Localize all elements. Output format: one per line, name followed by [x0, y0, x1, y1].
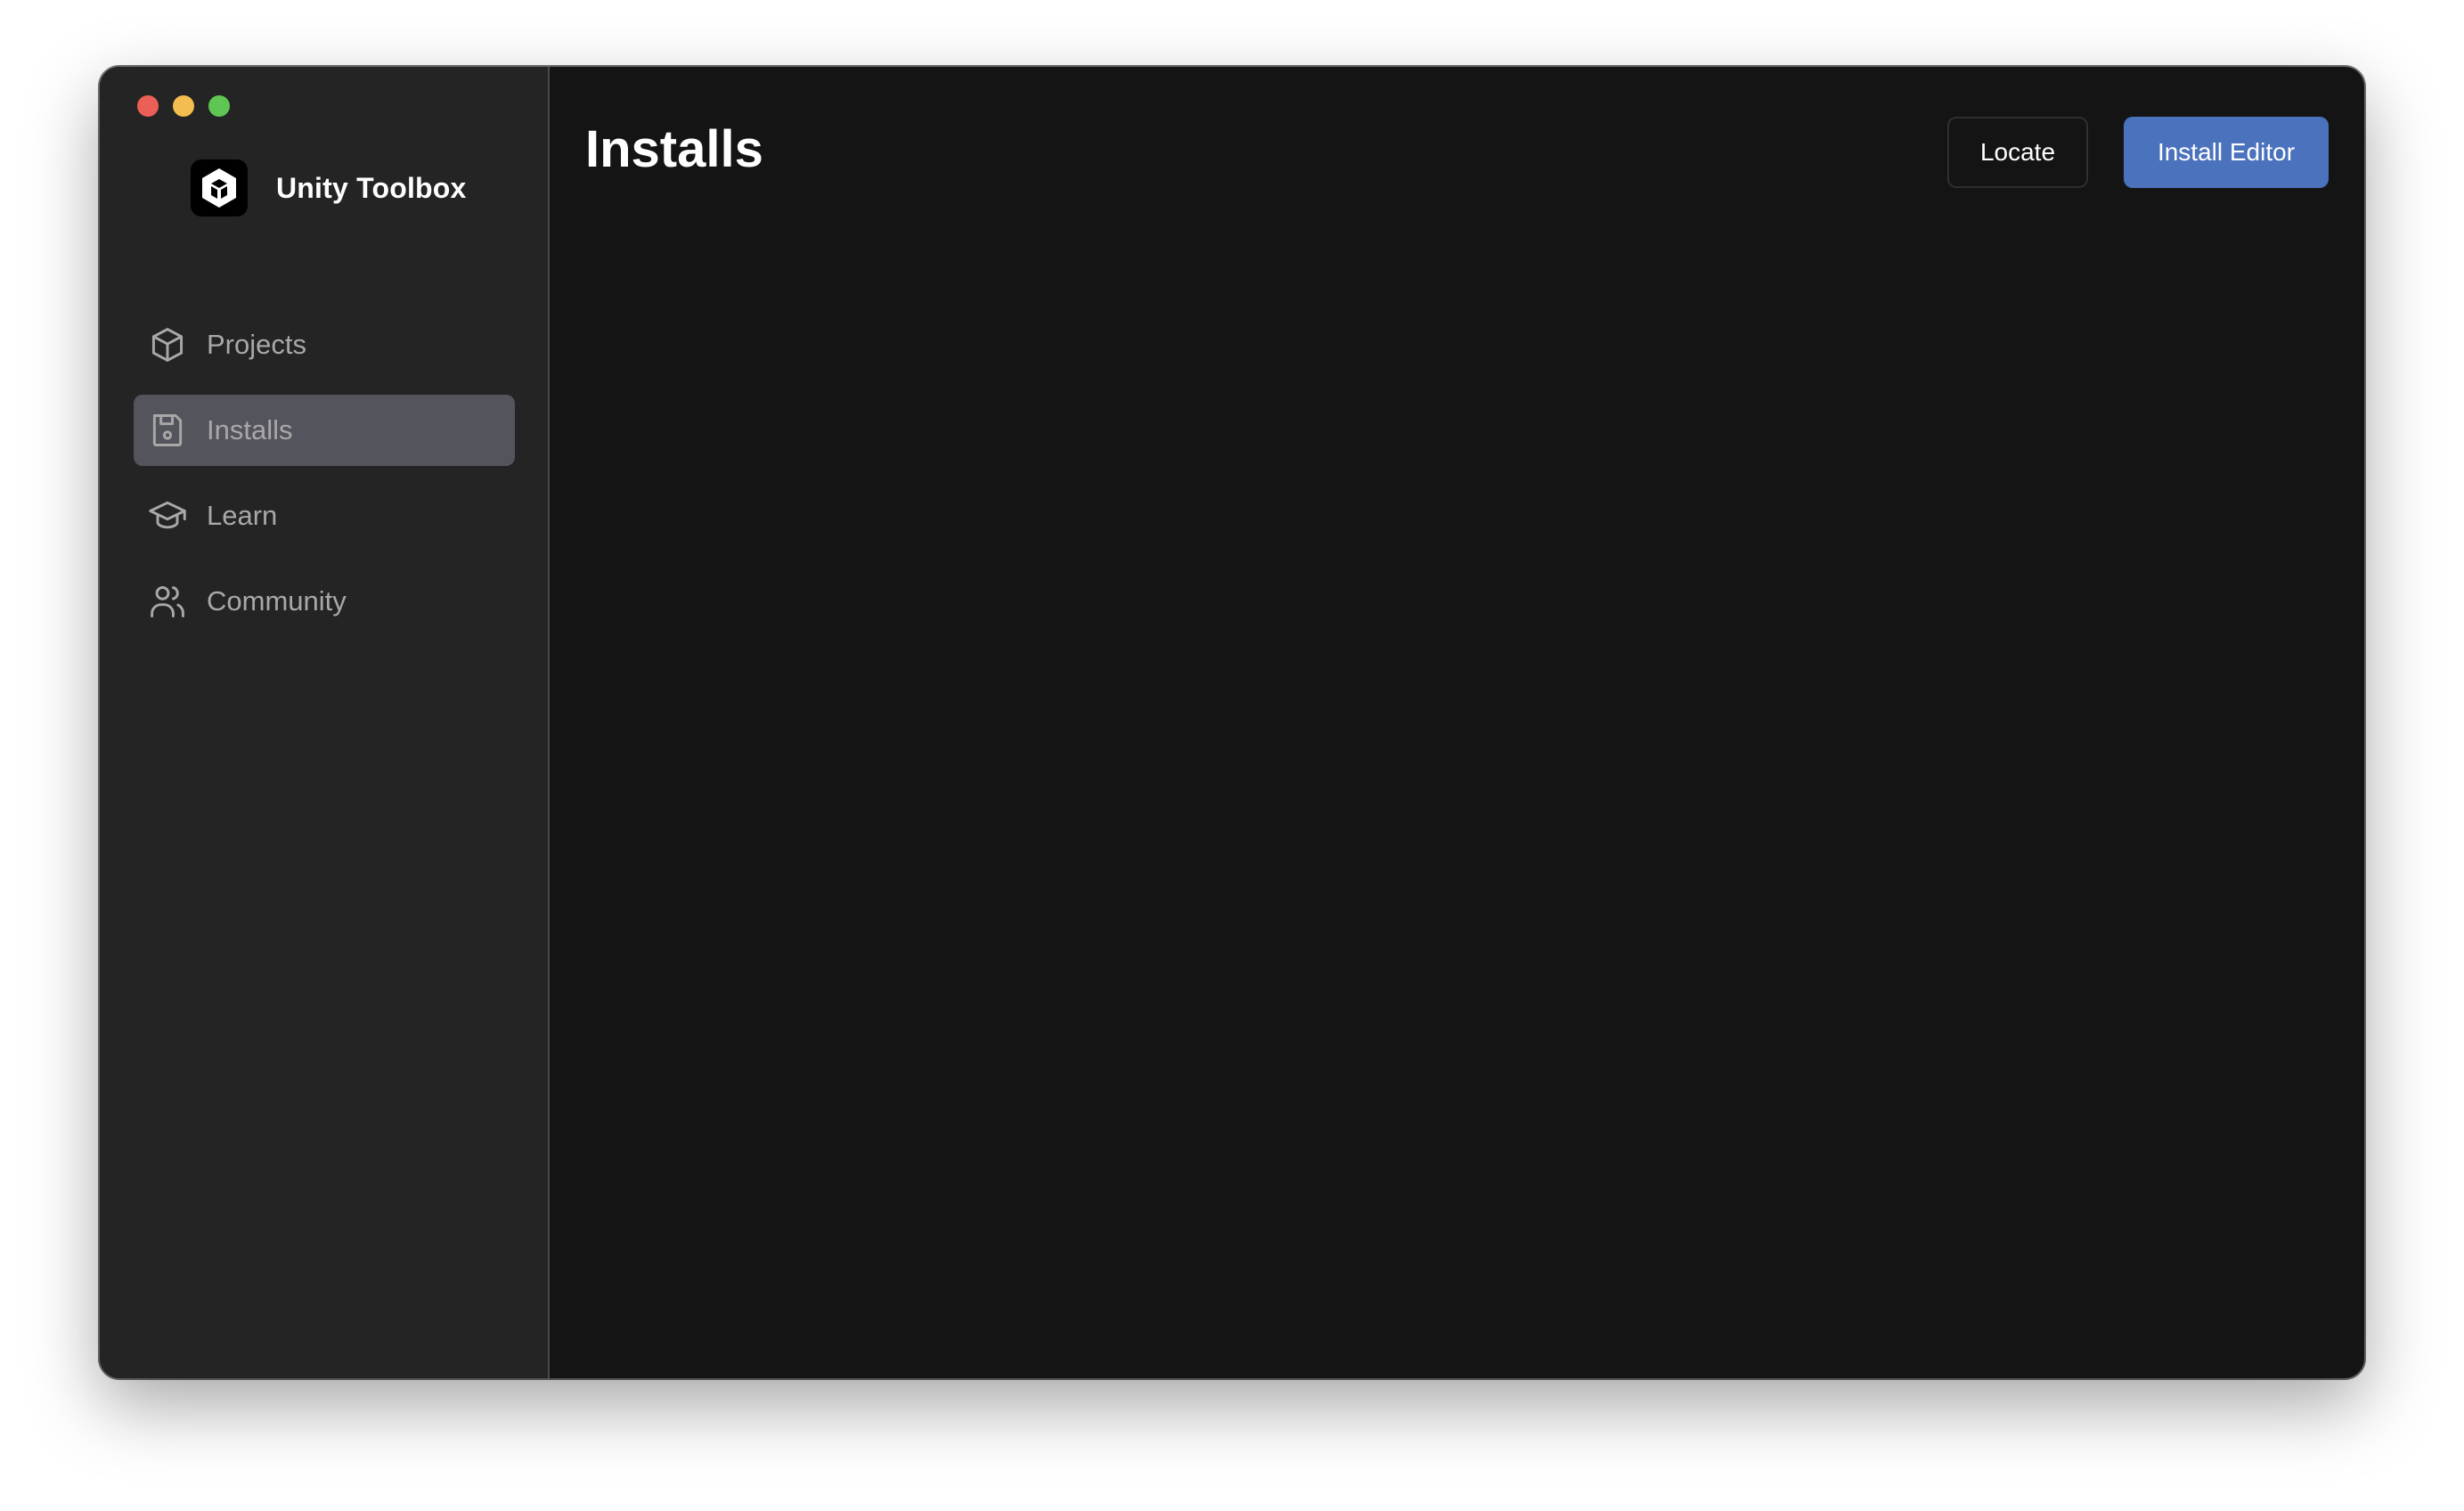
sidebar-item-installs[interactable]: Installs: [134, 395, 515, 466]
sidebar-item-projects[interactable]: Projects: [134, 309, 515, 380]
sidebar-item-learn[interactable]: Learn: [134, 480, 515, 551]
unity-logo-icon: [191, 159, 248, 216]
sidebar-item-label: Projects: [207, 329, 306, 360]
sidebar-item-label: Installs: [207, 414, 293, 445]
locate-button[interactable]: Locate: [1947, 117, 2088, 188]
app-brand: Unity Toolbox: [191, 159, 467, 216]
page-title: Installs: [585, 120, 763, 178]
install-editor-button[interactable]: Install Editor: [2124, 117, 2329, 188]
header-actions: Locate Install Editor: [1947, 117, 2329, 188]
sidebar-item-label: Learn: [207, 500, 278, 531]
sidebar: Unity Toolbox Projects Installs Learn Co…: [100, 67, 550, 1378]
sidebar-item-label: Community: [207, 585, 347, 617]
window-controls: [137, 95, 230, 117]
app-name: Unity Toolbox: [276, 171, 467, 204]
main-content: Installs Locate Install Editor: [550, 67, 2364, 1378]
close-window-button[interactable]: [137, 95, 159, 117]
maximize-window-button[interactable]: [208, 95, 230, 117]
floppy-disk-icon: [148, 411, 187, 450]
users-icon: [148, 582, 187, 621]
sidebar-item-community[interactable]: Community: [134, 566, 515, 637]
sidebar-nav: Projects Installs Learn Community: [134, 309, 515, 651]
minimize-window-button[interactable]: [173, 95, 194, 117]
app-window: Unity Toolbox Projects Installs Learn Co…: [100, 67, 2364, 1378]
cube-icon: [148, 325, 187, 364]
graduation-cap-icon: [148, 496, 187, 535]
